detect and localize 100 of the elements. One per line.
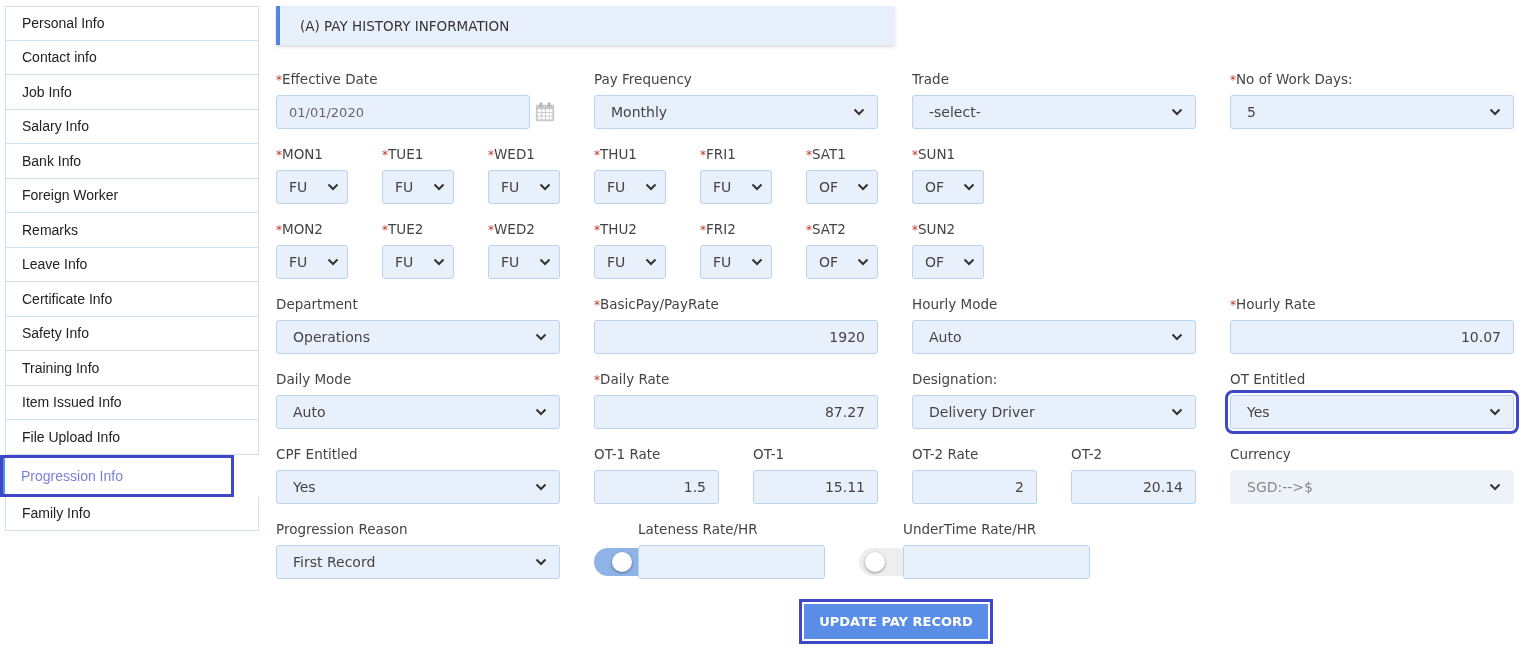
- dropdown[interactable]: FU: [700, 245, 772, 279]
- dropdown[interactable]: FU: [700, 170, 772, 204]
- field-label: OT-2 Rate: [912, 446, 979, 463]
- chevron-icon: [433, 258, 445, 266]
- dropdown[interactable]: OF: [912, 170, 984, 204]
- chevron-icon: [327, 258, 339, 266]
- dropdown[interactable]: Delivery Driver: [912, 395, 1196, 429]
- sidebar-item[interactable]: Salary Info: [5, 109, 259, 144]
- field-label: *BasicPay/PayRate: [594, 296, 719, 313]
- sidebar-item[interactable]: Personal Info: [5, 6, 259, 41]
- sidebar-item[interactable]: Bank Info: [5, 144, 259, 179]
- chevron-icon: [1489, 108, 1501, 116]
- field-label: Trade: [912, 71, 949, 88]
- chevron-icon: [645, 258, 657, 266]
- chevron-icon: [853, 108, 865, 116]
- chevron-icon: [751, 258, 763, 266]
- dropdown[interactable]: FU: [594, 170, 666, 204]
- field-label: *SUN2: [912, 221, 956, 238]
- dropdown[interactable]: FU: [594, 245, 666, 279]
- chevron-icon: [751, 183, 763, 191]
- input-field[interactable]: 15.11: [753, 470, 878, 504]
- chevron-icon: [857, 258, 869, 266]
- field-label: UnderTime Rate/HR: [903, 521, 1037, 538]
- chevron-icon: [539, 183, 551, 191]
- field-label: *FRI1: [700, 146, 736, 163]
- field-label: *SUN1: [912, 146, 956, 163]
- input-field[interactable]: 87.27: [594, 395, 878, 429]
- section-header: (A) PAY HISTORY INFORMATION: [276, 6, 895, 45]
- field-label: *WED1: [488, 146, 535, 163]
- chevron-icon: [1171, 108, 1183, 116]
- dropdown[interactable]: Auto: [912, 320, 1196, 354]
- dropdown[interactable]: Operations: [276, 320, 560, 354]
- sidebar-item[interactable]: Leave Info: [5, 247, 259, 282]
- dropdown[interactable]: OF: [806, 170, 878, 204]
- field-label: *Effective Date: [276, 71, 378, 88]
- field-label: Department: [276, 296, 358, 313]
- sidebar-item[interactable]: Contact info: [5, 40, 259, 75]
- field-label: *MON2: [276, 221, 323, 238]
- field-label: Currency: [1230, 446, 1291, 463]
- chevron-icon: [535, 333, 547, 341]
- toggle-switch[interactable]: [859, 548, 903, 576]
- input-field[interactable]: [903, 545, 1090, 579]
- calendar-icon[interactable]: [534, 101, 556, 123]
- dropdown[interactable]: FU: [276, 170, 348, 204]
- chevron-icon: [539, 258, 551, 266]
- dropdown[interactable]: -select-: [912, 95, 1196, 129]
- field-label: *MON1: [276, 146, 323, 163]
- field-label: *TUE1: [382, 146, 424, 163]
- sidebar-item[interactable]: Family Info: [5, 496, 259, 531]
- dropdown[interactable]: FU: [488, 245, 560, 279]
- dropdown[interactable]: OF: [806, 245, 878, 279]
- field-label: Designation:: [912, 371, 998, 388]
- dropdown[interactable]: OF: [912, 245, 984, 279]
- sidebar-item[interactable]: Progression Info: [0, 454, 234, 497]
- input-field[interactable]: [638, 545, 825, 579]
- chevron-icon: [535, 558, 547, 566]
- field-label: Lateness Rate/HR: [638, 521, 758, 538]
- chevron-icon: [1171, 408, 1183, 416]
- dropdown[interactable]: FU: [276, 245, 348, 279]
- input-field[interactable]: 1920: [594, 320, 878, 354]
- input-field[interactable]: 1.5: [594, 470, 719, 504]
- sidebar-item[interactable]: Foreign Worker: [5, 178, 259, 213]
- dropdown[interactable]: Auto: [276, 395, 560, 429]
- field-label: *THU1: [594, 146, 637, 163]
- chevron-icon: [1489, 483, 1501, 491]
- sidebar-item[interactable]: Certificate Info: [5, 282, 259, 317]
- sidebar-item[interactable]: Remarks: [5, 213, 259, 248]
- field-label: *FRI2: [700, 221, 736, 238]
- chevron-icon: [1171, 333, 1183, 341]
- date-field[interactable]: 01/01/2020: [276, 95, 530, 129]
- chevron-icon: [645, 183, 657, 191]
- sidebar-item[interactable]: Item Issued Info: [5, 385, 259, 420]
- chevron-icon: [327, 183, 339, 191]
- sidebar-item[interactable]: File Upload Info: [5, 420, 259, 455]
- dropdown[interactable]: Yes: [276, 470, 560, 504]
- field-label: *THU2: [594, 221, 637, 238]
- field-label: CPF Entitled: [276, 446, 358, 463]
- field-label: *No of Work Days:: [1230, 71, 1353, 88]
- dropdown[interactable]: FU: [488, 170, 560, 204]
- sidebar-item[interactable]: Job Info: [5, 75, 259, 110]
- input-field[interactable]: 10.07: [1230, 320, 1514, 354]
- field-label: Pay Frequency: [594, 71, 692, 88]
- sidebar-item[interactable]: Training Info: [5, 351, 259, 386]
- field-label: *Hourly Rate: [1230, 296, 1316, 313]
- dropdown[interactable]: 5: [1230, 95, 1514, 129]
- field-label: OT Entitled: [1230, 371, 1306, 388]
- input-field[interactable]: 2: [912, 470, 1037, 504]
- field-label: *SAT1: [806, 146, 846, 163]
- chevron-icon: [963, 258, 975, 266]
- toggle-switch[interactable]: [594, 548, 638, 576]
- field-label: *TUE2: [382, 221, 424, 238]
- sidebar-item[interactable]: Safety Info: [5, 316, 259, 351]
- field-label: *Daily Rate: [594, 371, 670, 388]
- dropdown[interactable]: Monthly: [594, 95, 878, 129]
- dropdown[interactable]: First Record: [276, 545, 560, 579]
- chevron-icon: [1489, 408, 1501, 416]
- input-field[interactable]: 20.14: [1071, 470, 1196, 504]
- chevron-icon: [433, 183, 445, 191]
- dropdown[interactable]: FU: [382, 245, 454, 279]
- dropdown[interactable]: FU: [382, 170, 454, 204]
